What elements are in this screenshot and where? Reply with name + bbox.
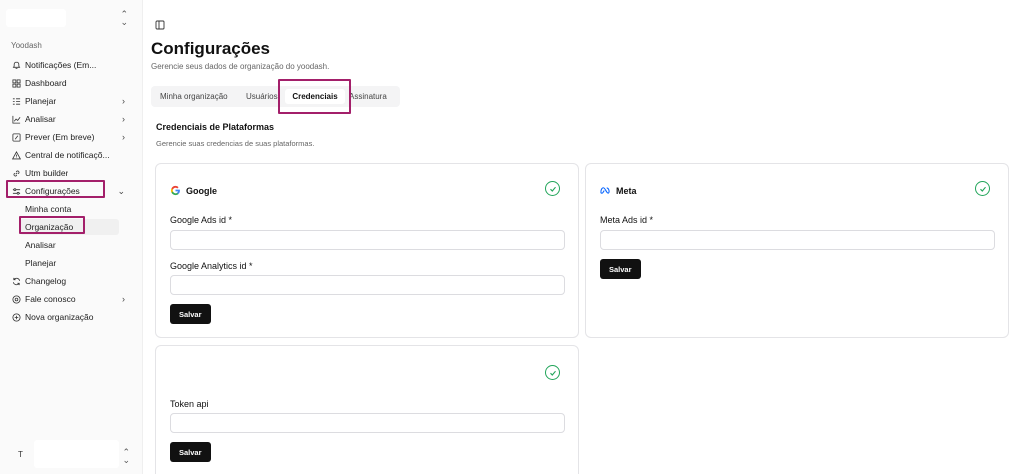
meta-ads-id-input[interactable] — [600, 230, 995, 250]
google-icon — [170, 185, 180, 196]
sidebar-subitem-my-account[interactable]: Minha conta — [0, 200, 143, 218]
meta-save-button[interactable]: Salvar — [600, 259, 641, 279]
page-title: Configurações — [151, 39, 271, 58]
sliders-icon — [11, 186, 21, 196]
warning-icon — [11, 150, 21, 160]
workspace-logo — [6, 9, 66, 27]
google-ads-id-input[interactable] — [170, 230, 565, 250]
sidebar-group-label: Yoodash — [11, 41, 42, 50]
chart-line-icon — [11, 114, 21, 124]
user-name-box — [34, 440, 119, 468]
check-circle-icon — [545, 365, 560, 380]
page-subtitle: Gerencie seus dados de organização do yo… — [151, 62, 330, 71]
meta-ads-id-label: Meta Ads id * — [600, 215, 654, 225]
meta-card-title: Meta — [616, 185, 637, 196]
chevron-right-icon: › — [122, 114, 125, 124]
workspace-switcher[interactable]: ⌃ ⌄ — [6, 8, 134, 28]
sidebar-subitem-organization[interactable]: Organização — [0, 218, 143, 236]
google-card-title: Google — [186, 185, 217, 196]
forecast-icon — [11, 132, 21, 142]
google-card-header: Google — [170, 185, 217, 196]
google-analytics-id-label: Google Analytics id * — [170, 261, 253, 271]
sidebar-subitem-analyze[interactable]: Analisar — [0, 236, 143, 254]
sidebar-item-notification-center[interactable]: Central de notificaçõ... — [0, 146, 143, 164]
link-icon — [11, 168, 21, 178]
tab-subscription[interactable]: Assinatura — [349, 92, 387, 101]
sidebar-item-settings[interactable]: Configurações ⌄ — [0, 182, 143, 200]
meta-icon — [600, 187, 610, 194]
sidebar: ⌃ ⌄ Yoodash Notificações (Em... Dashboard… — [0, 0, 143, 474]
check-circle-icon — [545, 181, 560, 196]
sidebar-item-forecast[interactable]: Prever (Em breve) › — [0, 128, 143, 146]
tab-my-organization[interactable]: Minha organização — [160, 92, 228, 101]
refresh-icon — [11, 276, 21, 286]
google-save-button[interactable]: Salvar — [170, 304, 211, 324]
sidebar-item-contact[interactable]: Fale conosco › — [0, 290, 143, 308]
token-credentials-card: Token api Salvar — [155, 345, 579, 474]
sidebar-item-utm-builder[interactable]: Utm builder — [0, 164, 143, 182]
sidebar-item-new-organization[interactable]: Nova organização — [0, 308, 143, 326]
avatar: T — [18, 450, 23, 459]
list-icon — [11, 96, 21, 106]
chevron-right-icon: › — [122, 294, 125, 304]
sidebar-nav: Notificações (Em... Dashboard Planejar ›… — [0, 56, 143, 326]
sidebar-item-plan[interactable]: Planejar › — [0, 92, 143, 110]
meta-card-header: Meta — [600, 185, 637, 196]
google-ads-id-label: Google Ads id * — [170, 215, 233, 225]
dashboard-icon — [11, 78, 21, 88]
section-title: Credenciais de Plataformas — [156, 122, 275, 132]
check-circle-icon — [975, 181, 990, 196]
tab-credentials[interactable]: Credenciais — [285, 89, 345, 104]
google-credentials-card: Google Google Ads id * Google Analytics … — [155, 163, 579, 338]
token-save-button[interactable]: Salvar — [170, 442, 211, 462]
user-switcher[interactable]: T ⌃ ⌄ — [8, 440, 136, 468]
chevron-up-down-icon: ⌃ ⌄ — [122, 447, 130, 465]
tab-users[interactable]: Usuários — [246, 92, 278, 101]
sidebar-item-changelog[interactable]: Changelog — [0, 272, 143, 290]
token-api-label: Token api — [170, 399, 209, 409]
at-sign-icon — [11, 294, 21, 304]
chevron-right-icon: › — [122, 132, 125, 142]
chevron-up-down-icon: ⌃ ⌄ — [120, 9, 128, 27]
chevron-right-icon: › — [122, 96, 125, 106]
bell-icon — [11, 60, 21, 70]
plus-circle-icon — [11, 312, 21, 322]
sidebar-subitem-plan[interactable]: Planejar — [0, 254, 143, 272]
token-api-input[interactable] — [170, 413, 565, 433]
sidebar-item-analyze[interactable]: Analisar › — [0, 110, 143, 128]
chevron-down-icon: ⌄ — [117, 186, 125, 196]
settings-tabs: Minha organização Usuários Credenciais A… — [151, 86, 400, 107]
sidebar-item-dashboard[interactable]: Dashboard — [0, 74, 143, 92]
meta-credentials-card: Meta Meta Ads id * Salvar — [585, 163, 1009, 338]
section-subtitle: Gerencie suas credencias de suas platafo… — [156, 139, 315, 148]
sidebar-toggle-icon[interactable] — [155, 17, 165, 30]
sidebar-item-notifications[interactable]: Notificações (Em... — [0, 56, 143, 74]
google-analytics-id-input[interactable] — [170, 275, 565, 295]
